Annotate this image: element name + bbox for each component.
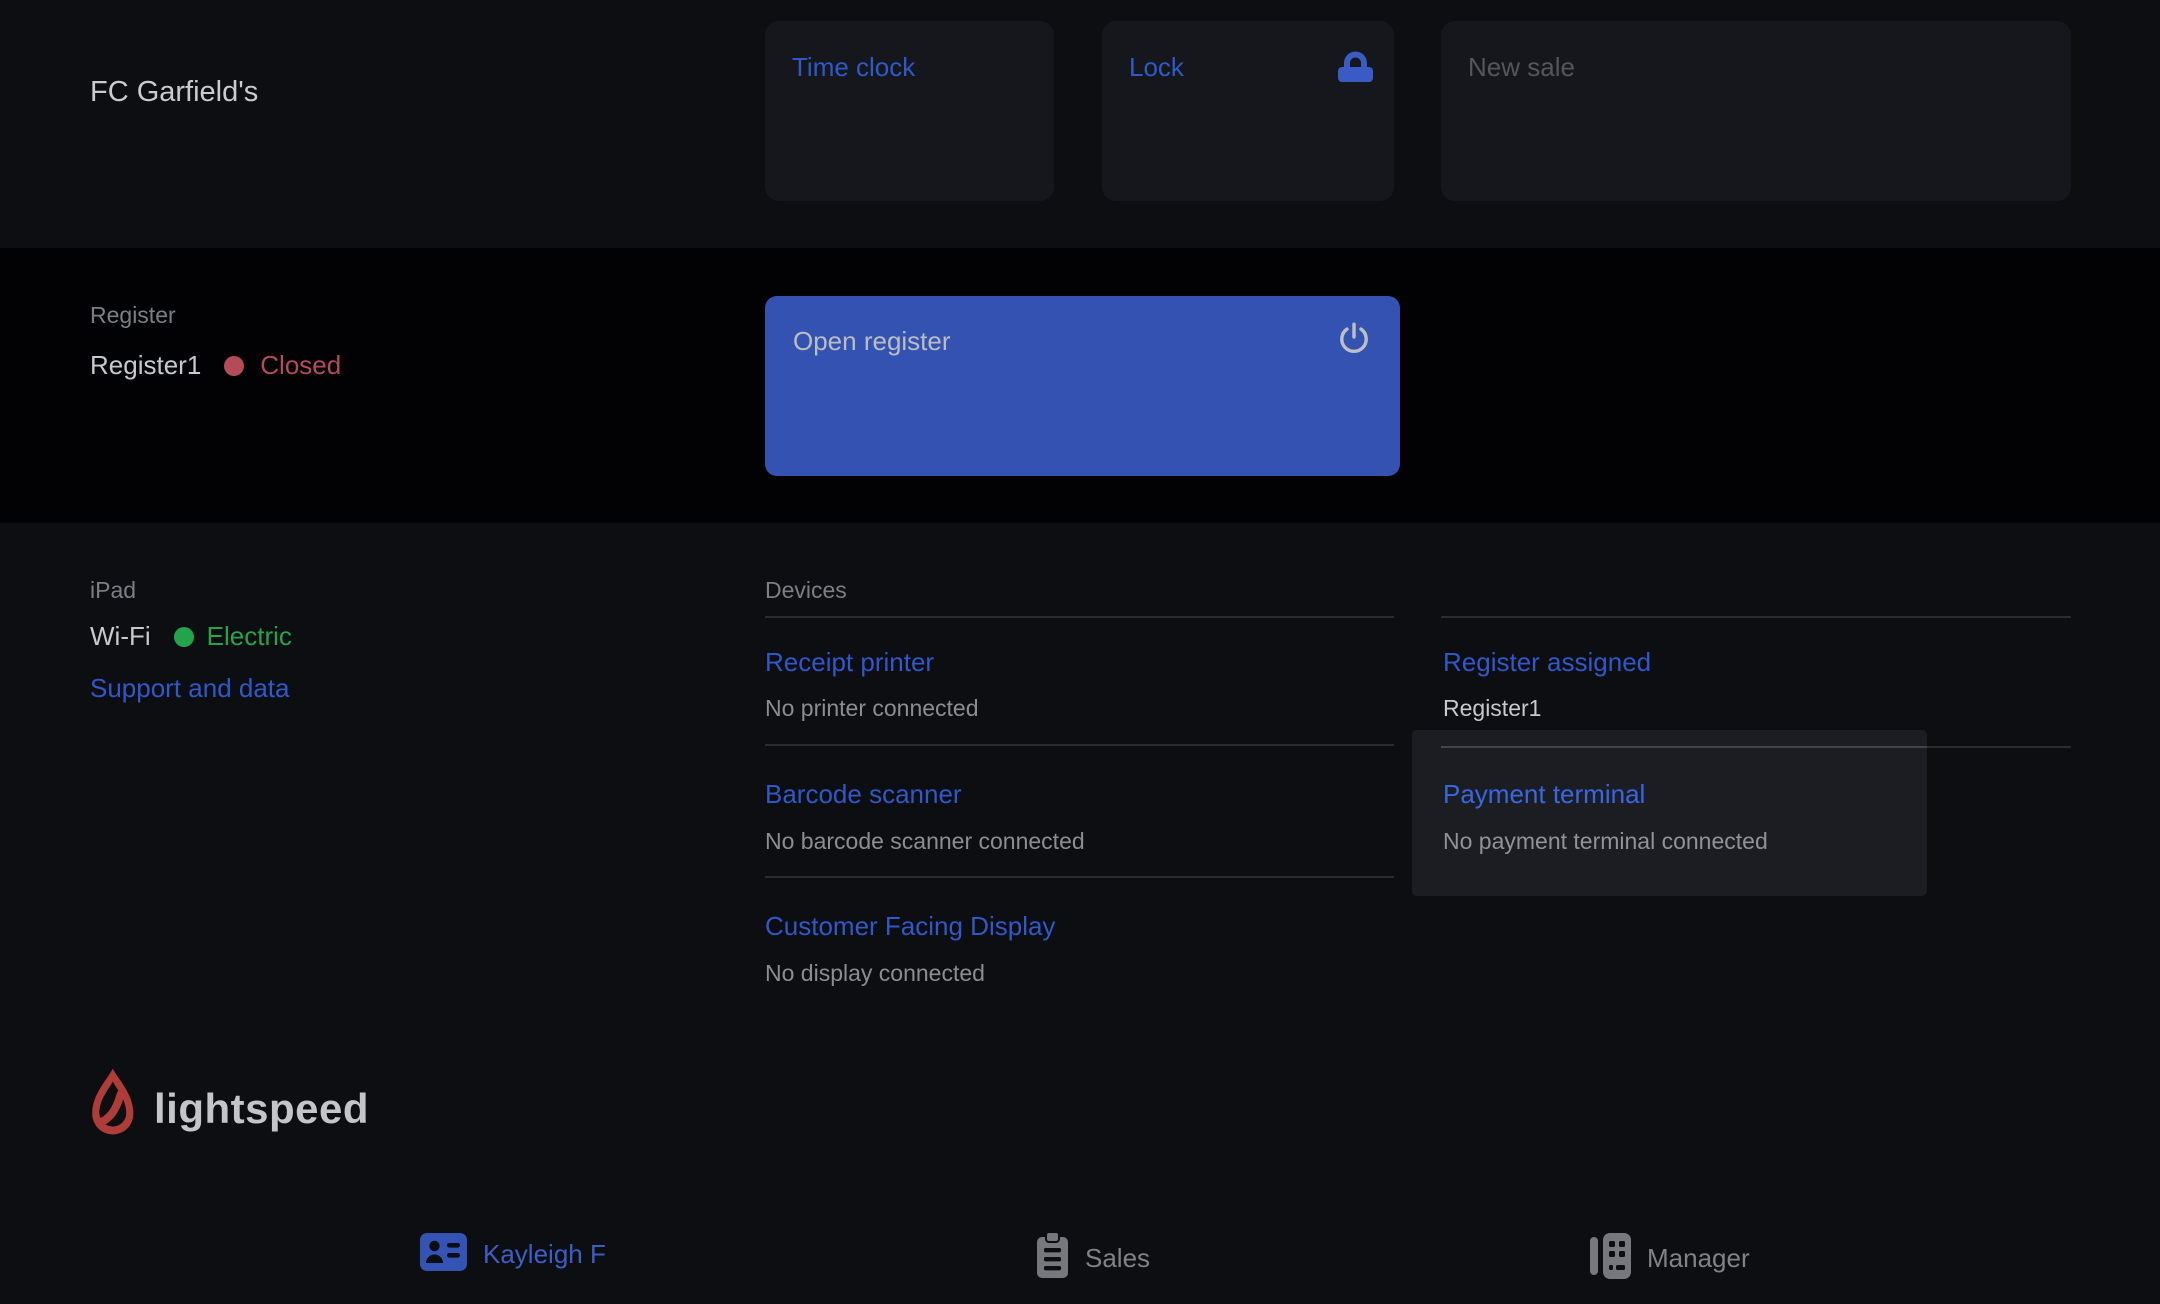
lock-label: Lock [1129, 52, 1184, 83]
register-icon [1590, 1233, 1631, 1284]
divider [1441, 746, 1927, 748]
receipt-printer-link[interactable]: Receipt printer [765, 647, 934, 678]
lightspeed-logo: lightspeed [88, 1068, 369, 1149]
clipboard-icon [1036, 1232, 1069, 1284]
register-assigned-status: Register1 [1443, 695, 1541, 722]
divider [765, 616, 1394, 618]
time-clock-card[interactable]: Time clock [765, 21, 1054, 201]
lock-icon [1337, 46, 1374, 100]
customer-facing-display-link[interactable]: Customer Facing Display [765, 911, 1055, 942]
register-assigned-link[interactable]: Register assigned [1443, 647, 1651, 678]
wifi-status-row: Wi-Fi Electric [90, 621, 292, 652]
divider [765, 744, 1394, 746]
ipad-section-label: iPad [90, 577, 136, 604]
register-name: Register1 [90, 350, 201, 381]
lock-card[interactable]: Lock [1102, 21, 1394, 201]
devices-section-label: Devices [765, 577, 847, 604]
barcode-scanner-status: No barcode scanner connected [765, 828, 1085, 855]
user-tab-label: Kayleigh F [483, 1239, 606, 1270]
time-clock-label: Time clock [792, 52, 915, 83]
new-sale-card[interactable]: New sale [1441, 21, 2071, 201]
divider [765, 876, 1394, 878]
receipt-printer-status: No printer connected [765, 695, 979, 722]
network-status: Electric [207, 621, 292, 652]
register-status-row: Register1 Closed [90, 350, 341, 381]
network-status-dot-icon [174, 627, 194, 647]
barcode-scanner-link[interactable]: Barcode scanner [765, 779, 962, 810]
register-section-label: Register [90, 302, 176, 329]
store-title: FC Garfield's [90, 76, 258, 109]
payment-terminal-status: No payment terminal connected [1443, 828, 1768, 855]
open-register-button[interactable]: Open register [765, 296, 1400, 476]
payment-terminal-highlight[interactable] [1412, 730, 1927, 896]
new-sale-label: New sale [1468, 52, 1575, 83]
open-register-label: Open register [793, 326, 951, 357]
power-icon [1337, 321, 1371, 360]
payment-terminal-link[interactable]: Payment terminal [1443, 779, 1645, 810]
customer-facing-display-status: No display connected [765, 960, 985, 987]
user-tab[interactable]: Kayleigh F [420, 1233, 606, 1276]
manager-tab-label: Manager [1647, 1243, 1750, 1274]
sales-tab-label: Sales [1085, 1243, 1150, 1274]
register-status: Closed [260, 350, 341, 381]
support-and-data-link[interactable]: Support and data [90, 673, 290, 704]
closed-status-dot-icon [224, 356, 244, 376]
lightspeed-wordmark: lightspeed [154, 1085, 369, 1133]
lightspeed-flame-icon [88, 1068, 136, 1149]
divider [1927, 746, 2071, 748]
divider [1441, 616, 2071, 618]
wifi-label: Wi-Fi [90, 621, 151, 652]
pos-home-screen: FC Garfield's Time clock Lock New sale R… [0, 0, 2160, 1304]
id-badge-icon [420, 1233, 467, 1276]
sales-tab[interactable]: Sales [1036, 1232, 1150, 1284]
manager-tab[interactable]: Manager [1590, 1233, 1750, 1284]
